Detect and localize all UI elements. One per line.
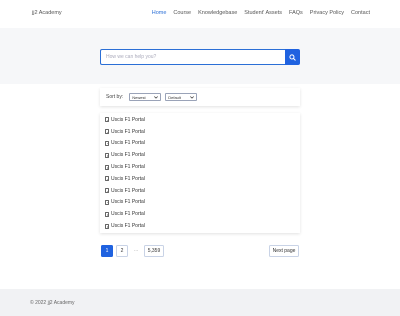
- list-item[interactable]: Uscis F1 Portal: [100, 208, 300, 220]
- sort-filter-value: Default: [168, 94, 181, 100]
- document-icon: [105, 164, 109, 170]
- next-page-button[interactable]: Next page: [269, 245, 299, 257]
- document-icon: [105, 117, 109, 123]
- list-item-title: Uscis F1 Portal: [111, 164, 145, 171]
- sort-order-select[interactable]: Newest: [129, 93, 162, 101]
- list-item[interactable]: Uscis F1 Portal: [100, 197, 300, 209]
- main-nav: Home Course Knowledgebase Student' Asset…: [152, 10, 370, 16]
- list-item[interactable]: Uscis F1 Portal: [100, 220, 300, 232]
- document-icon: [105, 176, 109, 182]
- nav-student-assets[interactable]: Student' Assets: [244, 10, 282, 16]
- list-item-title: Uscis F1 Portal: [111, 140, 145, 147]
- document-icon: [105, 223, 109, 229]
- pagination-ellipsis: ...: [134, 247, 139, 253]
- list-item[interactable]: Uscis F1 Portal: [100, 161, 300, 173]
- document-icon: [105, 188, 109, 194]
- page-button-1[interactable]: 1: [101, 245, 113, 257]
- list-item-title: Uscis F1 Portal: [111, 128, 145, 135]
- nav-faqs[interactable]: FAQs: [289, 10, 303, 16]
- document-icon: [105, 152, 109, 158]
- list-item[interactable]: Uscis F1 Portal: [100, 149, 300, 161]
- list-item-title: Uscis F1 Portal: [111, 199, 145, 206]
- document-icon: [105, 140, 109, 146]
- sort-label: Sort by:: [106, 94, 124, 100]
- nav-privacy-policy[interactable]: Privacy Policy: [310, 10, 344, 16]
- list-item-title: Uscis F1 Portal: [111, 116, 145, 123]
- page-button-2[interactable]: 2: [116, 245, 128, 257]
- chevron-down-icon: [154, 95, 159, 100]
- list-item[interactable]: Uscis F1 Portal: [100, 138, 300, 150]
- list-item[interactable]: Uscis F1 Portal: [100, 173, 300, 185]
- document-icon: [105, 199, 109, 205]
- nav-contact[interactable]: Contact: [351, 10, 370, 16]
- chevron-down-icon: [190, 95, 195, 100]
- page-button-last[interactable]: 5,359: [144, 245, 164, 257]
- results-list: Uscis F1 Portal Uscis F1 Portal Uscis F1…: [100, 113, 300, 233]
- copyright-text: © 2022 jj2 Academy: [30, 300, 75, 306]
- list-item-title: Uscis F1 Portal: [111, 175, 145, 182]
- search-button[interactable]: [285, 49, 300, 65]
- document-icon: [105, 129, 109, 135]
- list-item-title: Uscis F1 Portal: [111, 187, 145, 194]
- sort-bar: Sort by: Newest Default: [100, 88, 300, 106]
- pagination: 1 2 ... 5,359 Next page: [100, 245, 300, 257]
- site-footer: © 2022 jj2 Academy: [0, 289, 400, 316]
- list-item-title: Uscis F1 Portal: [111, 223, 145, 230]
- list-item-title: Uscis F1 Portal: [111, 152, 145, 159]
- nav-knowledgebase[interactable]: Knowledgebase: [198, 10, 237, 16]
- nav-course[interactable]: Course: [173, 10, 191, 16]
- search-icon: [289, 48, 296, 66]
- sort-order-value: Newest: [132, 94, 146, 100]
- list-item-title: Uscis F1 Portal: [111, 211, 145, 218]
- search-input[interactable]: [100, 49, 285, 65]
- list-item[interactable]: Uscis F1 Portal: [100, 114, 300, 126]
- nav-home[interactable]: Home: [152, 10, 167, 16]
- list-item[interactable]: Uscis F1 Portal: [100, 185, 300, 197]
- search-bar: [100, 49, 300, 65]
- site-brand[interactable]: jj2 Academy: [32, 10, 62, 16]
- site-header: jj2 Academy Home Course Knowledgebase St…: [0, 0, 400, 28]
- sort-filter-select[interactable]: Default: [165, 93, 198, 101]
- list-item[interactable]: Uscis F1 Portal: [100, 126, 300, 138]
- document-icon: [105, 211, 109, 217]
